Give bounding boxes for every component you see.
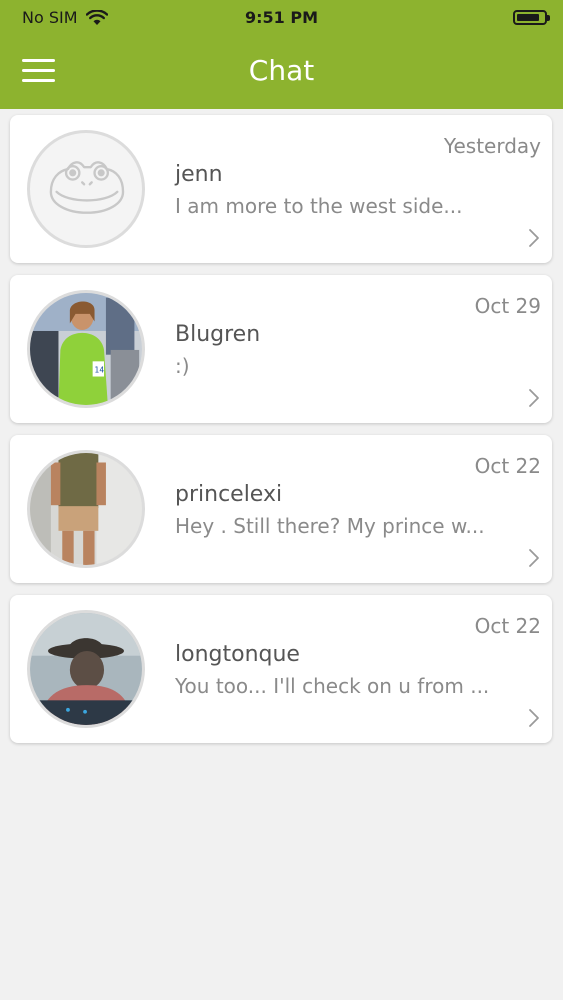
- chat-date: Oct 29: [474, 294, 541, 318]
- chat-preview: I am more to the west side...: [175, 194, 463, 218]
- nav-bar: Chat: [0, 34, 563, 109]
- chat-date: Oct 22: [474, 454, 541, 478]
- chevron-right-icon: [529, 709, 539, 727]
- user-photo-avatar: [27, 610, 145, 728]
- chat-name: jenn: [175, 162, 223, 187]
- chat-name: princelexi: [175, 482, 283, 507]
- chat-item-longtonque[interactable]: Oct 22 longtonque You too... I'll check …: [10, 595, 552, 743]
- page-title: Chat: [248, 54, 315, 87]
- svg-text:14: 14: [95, 366, 105, 375]
- chat-list: Yesterday jenn I am more to the west sid…: [10, 115, 552, 755]
- default-frog-avatar: [27, 130, 145, 248]
- chat-item-jenn[interactable]: Yesterday jenn I am more to the west sid…: [10, 115, 552, 263]
- chat-item-princelexi[interactable]: Oct 22 princelexi Hey . Still there? My …: [10, 435, 552, 583]
- chat-name: longtonque: [175, 642, 300, 667]
- user-photo-avatar: 14: [27, 290, 145, 408]
- chat-preview: :): [175, 354, 190, 378]
- chat-date: Yesterday: [443, 134, 541, 158]
- chevron-right-icon: [529, 389, 539, 407]
- chat-preview: Hey . Still there? My prince w...: [175, 514, 485, 538]
- user-photo-avatar: [27, 450, 145, 568]
- chevron-right-icon: [529, 229, 539, 247]
- status-bar: No SIM 9:51 PM: [0, 0, 563, 34]
- chevron-right-icon: [529, 549, 539, 567]
- status-time: 9:51 PM: [244, 8, 318, 27]
- battery-icon: [513, 10, 550, 25]
- chat-date: Oct 22: [474, 614, 541, 638]
- chat-name: Blugren: [175, 322, 261, 347]
- battery-fill: [517, 14, 539, 21]
- chat-item-blugren[interactable]: 14 Oct 29 Blugren :): [10, 275, 552, 423]
- chat-preview: You too... I'll check on u from ...: [175, 674, 490, 698]
